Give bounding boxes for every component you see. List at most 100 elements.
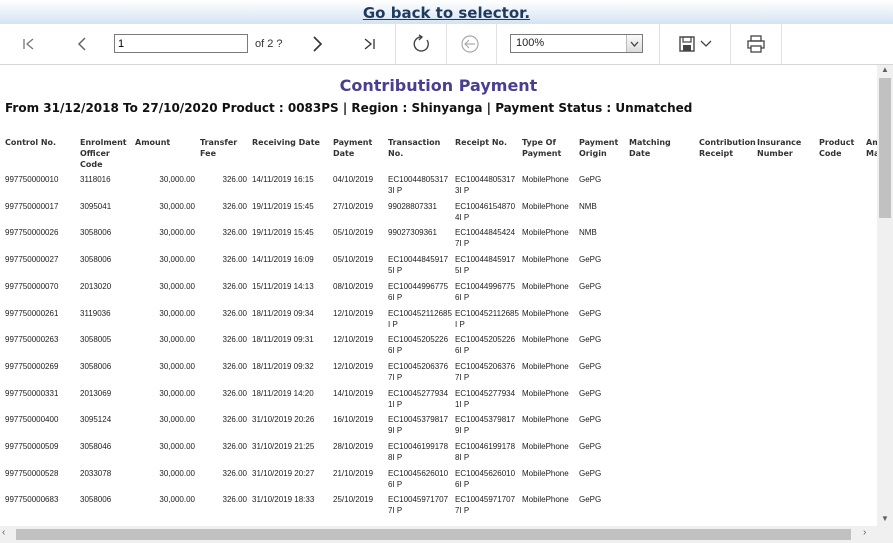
save-icon [679, 36, 695, 52]
table-cell: EC100456260106I P [455, 468, 516, 489]
table-cell: GePG [579, 255, 602, 265]
table-cell: 3058046 [80, 442, 112, 451]
table-cell: EC100452063767I P [388, 361, 449, 382]
table-cell: 99028807331 [388, 201, 437, 211]
table-cell: EC100448454247I P [455, 228, 516, 249]
scroll-left-icon[interactable]: ‹ [2, 527, 5, 538]
column-header: Insurance Number [757, 138, 802, 158]
first-page-icon [23, 38, 34, 50]
refresh-button[interactable] [408, 29, 434, 59]
table-cell: MobilePhone [522, 468, 569, 478]
table-cell: 19/11/2019 15:45 [252, 201, 314, 211]
vertical-scrollbar[interactable]: ▲ ▼ [877, 65, 893, 526]
table-cell: 30,000.00 [159, 175, 195, 184]
table-cell: MobilePhone [522, 495, 569, 505]
table-cell: 326.00 [222, 388, 247, 398]
table-cell: EC100453798179I P [388, 415, 449, 436]
table-cell: 16/10/2019 [333, 415, 374, 425]
table-cell: MobilePhone [522, 175, 569, 184]
table-cell: EC100461991788I P [388, 442, 449, 462]
table-cell: 3119036 [80, 308, 111, 318]
next-page-button[interactable] [306, 29, 328, 59]
table-cell: MobilePhone [522, 201, 569, 211]
table-cell: GePG [579, 361, 602, 371]
table-cell: MobilePhone [522, 388, 569, 398]
table-cell: 997750000269 [5, 361, 59, 371]
table-cell: 326.00 [222, 442, 247, 451]
toolbar-separator [659, 24, 660, 64]
table-cell: GePG [579, 388, 602, 398]
table-cell: 30,000.00 [159, 228, 195, 238]
table-cell: 18/11/2019 09:34 [252, 308, 314, 318]
table-cell: 04/10/2019 [333, 175, 374, 184]
table-cell: 31/10/2019 20:26 [252, 415, 315, 425]
table-cell: EC100452779341I P [388, 388, 449, 409]
table-cell: 31/10/2019 21:25 [252, 442, 315, 451]
table-cell: 326.00 [222, 175, 247, 184]
table-cell: 997750000261 [5, 308, 59, 318]
table-cell: EC100452063767I P [455, 361, 516, 382]
table-cell: GePG [579, 335, 602, 345]
chevron-right-icon [313, 36, 323, 52]
table-cell: 3058006 [80, 255, 112, 265]
table-cell: 997750000263 [5, 335, 59, 345]
page-number-input[interactable] [114, 34, 248, 53]
table-cell: 997750000683 [5, 495, 59, 505]
table-cell: 997750000400 [5, 415, 59, 425]
table-cell: 18/11/2019 14:20 [252, 388, 314, 398]
back-to-parent-button[interactable] [458, 29, 482, 59]
table-cell: 997750000070 [5, 281, 59, 291]
table-cell: NMB [579, 228, 597, 238]
chevron-down-icon [700, 40, 712, 47]
scroll-down-icon[interactable]: ▼ [877, 514, 893, 526]
table-cell: 3118016 [80, 175, 111, 184]
table-cell: 05/10/2019 [333, 255, 374, 265]
scroll-up-icon[interactable]: ▲ [877, 65, 893, 77]
vertical-scroll-thumb[interactable] [879, 78, 891, 218]
back-arrow-circle-icon [461, 35, 479, 53]
previous-page-button[interactable] [71, 29, 93, 59]
table-cell: 30,000.00 [159, 495, 195, 505]
table-cell: GePG [579, 468, 602, 478]
column-header: Type Of Payment [522, 138, 562, 158]
top-link-bar: Go back to selector. [0, 0, 893, 24]
table-cell: MobilePhone [522, 335, 569, 345]
zoom-select[interactable]: 100% [510, 34, 643, 53]
last-page-button[interactable] [358, 29, 380, 59]
export-button[interactable] [674, 29, 716, 59]
table-cell: 326.00 [222, 308, 247, 318]
table-cell: 3095041 [80, 201, 112, 211]
table-cell: 12/10/2019 [333, 335, 374, 345]
table-cell: 27/10/2019 [333, 201, 374, 211]
table-cell: 326.00 [222, 415, 247, 425]
table-cell: EC100448053173I P [455, 175, 516, 195]
table-cell: EC100459717077I P [388, 495, 449, 516]
table-cell: GePG [579, 442, 602, 451]
back-to-selector-link[interactable]: Go back to selector. [363, 4, 530, 22]
table-cell: 05/10/2019 [333, 228, 374, 238]
table-cell: EC100449967756I P [455, 281, 516, 302]
table-cell: 3058006 [80, 361, 112, 371]
print-button[interactable] [744, 29, 768, 59]
table-cell: 2033078 [80, 468, 112, 478]
table-cell: EC100448459175I P [388, 255, 449, 276]
horizontal-scrollbar[interactable]: ‹ › [0, 526, 893, 543]
horizontal-scroll-thumb[interactable] [16, 529, 851, 540]
table-cell: EC100448053173I P [388, 175, 449, 195]
toolbar-separator [730, 24, 731, 64]
scroll-right-icon[interactable]: › [863, 527, 866, 538]
table-cell: GePG [579, 415, 602, 425]
table-cell: MobilePhone [522, 255, 569, 265]
report-toolbar: of 2 ? 100% [0, 24, 893, 65]
table-cell: 3058005 [80, 335, 112, 345]
column-header: Control No. [5, 138, 57, 147]
table-cell: 99027309361 [388, 228, 437, 238]
table-cell: GePG [579, 175, 602, 184]
first-page-button[interactable] [18, 29, 40, 59]
column-header: Payment Origin [579, 138, 619, 158]
table-cell: GePG [579, 308, 602, 318]
table-cell: 14/10/2019 [333, 388, 374, 398]
table-cell: 15/11/2019 14:13 [252, 281, 314, 291]
table-cell: 30,000.00 [159, 361, 195, 371]
table-cell: 30,000.00 [159, 415, 195, 425]
